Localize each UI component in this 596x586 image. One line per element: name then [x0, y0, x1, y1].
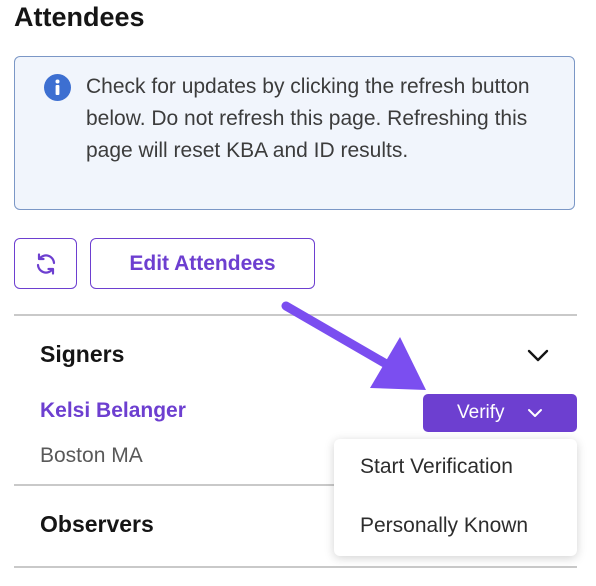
chevron-down-icon	[528, 409, 542, 417]
refresh-button[interactable]	[14, 238, 77, 289]
menu-item-start-verification[interactable]: Start Verification	[360, 455, 513, 479]
refresh-icon	[36, 253, 56, 275]
edit-attendees-button[interactable]: Edit Attendees	[90, 238, 315, 289]
page-title: Attendees	[14, 2, 145, 32]
verify-button-label: Verify	[457, 402, 505, 423]
signers-collapse-chevron-icon[interactable]	[527, 349, 549, 363]
observers-section-title: Observers	[40, 511, 154, 537]
signer-name[interactable]: Kelsi Belanger	[40, 399, 186, 423]
signers-section-title: Signers	[40, 341, 125, 367]
info-message: Check for updates by clicking the refres…	[86, 75, 530, 162]
section-divider	[14, 566, 577, 568]
annotation-arrow-icon	[281, 301, 426, 390]
verify-dropdown-menu: Start Verification Personally Known	[334, 439, 577, 556]
signer-location: Boston MA	[40, 444, 143, 467]
info-banner: Check for updates by clicking the refres…	[14, 56, 575, 210]
menu-item-personally-known[interactable]: Personally Known	[360, 514, 528, 538]
info-icon	[44, 74, 71, 101]
verify-button[interactable]: Verify	[423, 394, 577, 432]
